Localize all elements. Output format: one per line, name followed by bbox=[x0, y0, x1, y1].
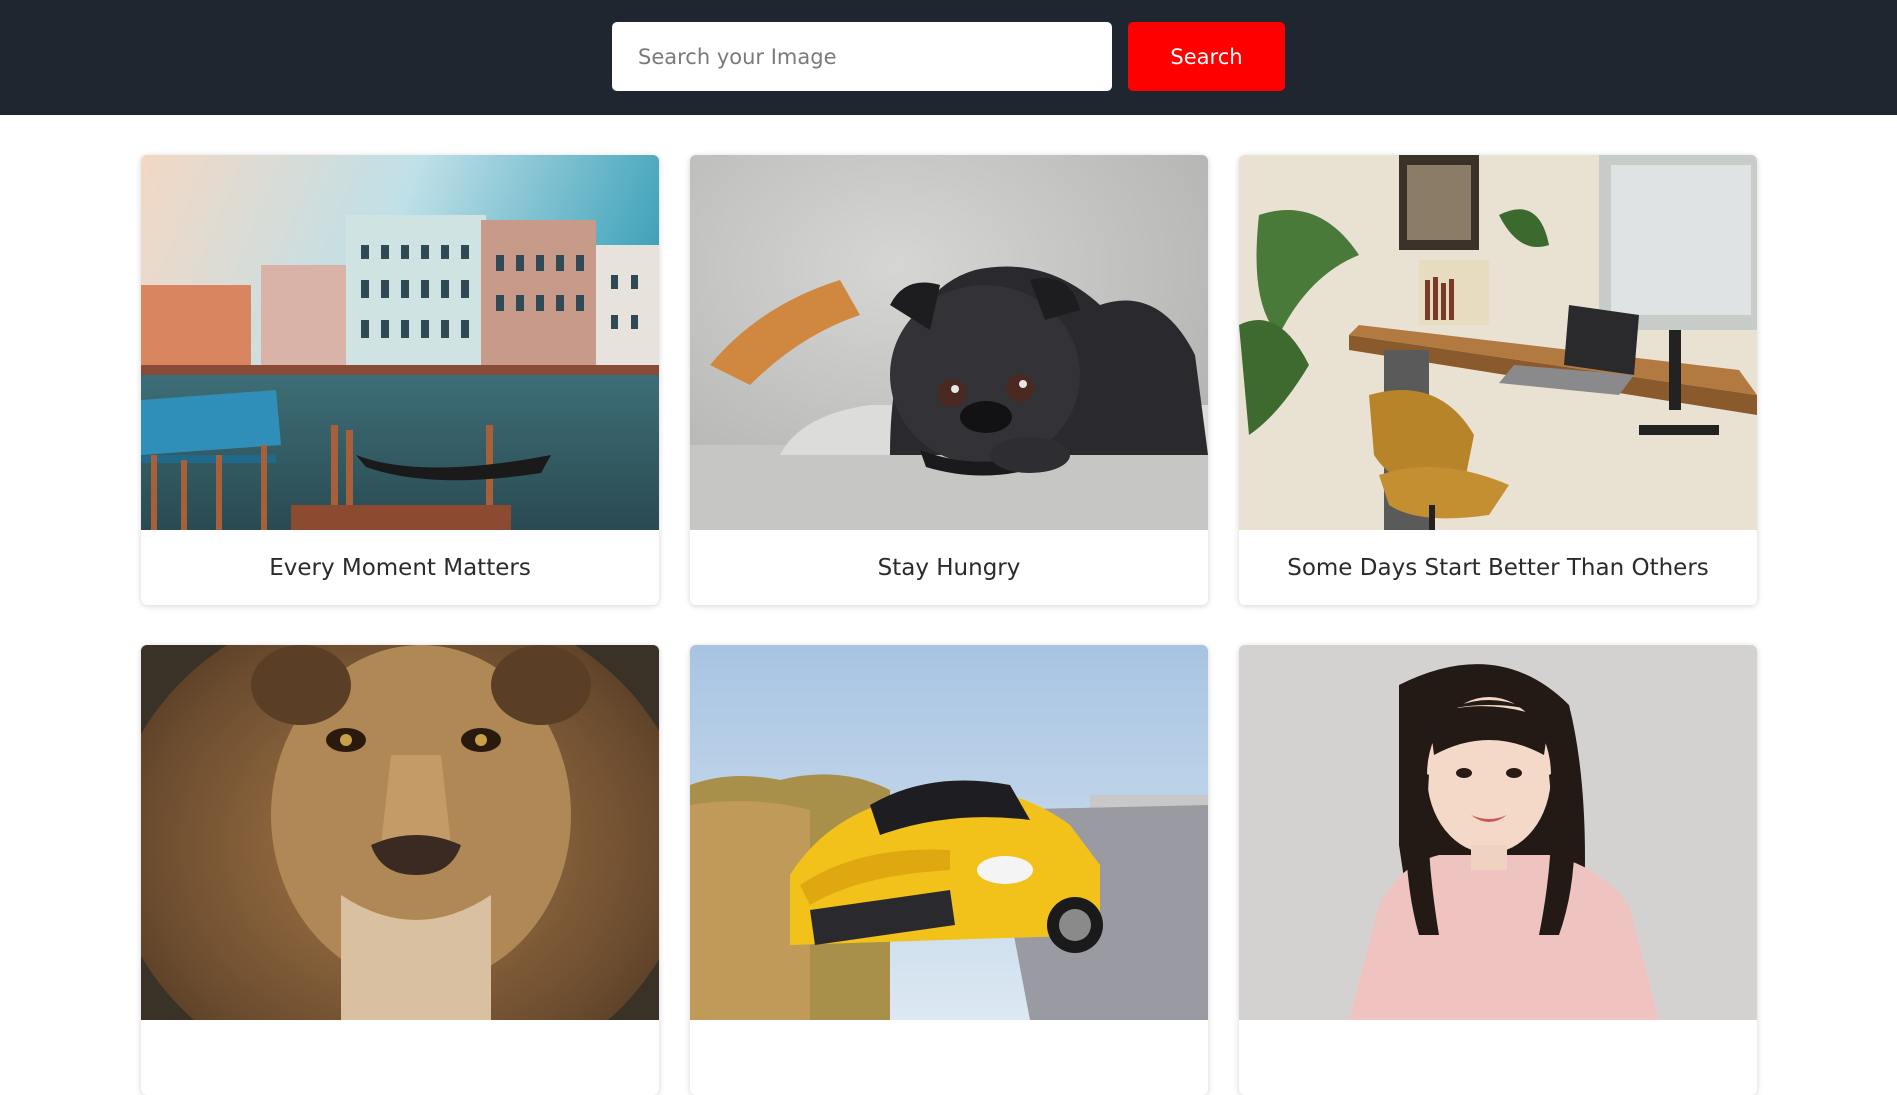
image-card[interactable] bbox=[141, 645, 659, 1095]
woman-portrait-photo bbox=[1239, 645, 1757, 1020]
card-caption: Stay Hungry bbox=[877, 554, 1021, 581]
card-caption bbox=[141, 1020, 659, 1095]
search-button[interactable]: Search bbox=[1128, 22, 1285, 91]
image-card[interactable]: Every Moment Matters bbox=[141, 155, 659, 605]
search-input[interactable] bbox=[612, 22, 1112, 91]
home-office-desk-photo bbox=[1239, 155, 1757, 530]
black-pug-photo bbox=[690, 155, 1208, 530]
image-card[interactable]: Some Days Start Better Than Others bbox=[1239, 155, 1757, 605]
card-caption bbox=[1239, 1020, 1757, 1095]
image-card[interactable]: Stay Hungry bbox=[690, 155, 1208, 605]
lion-face-photo bbox=[141, 645, 659, 1020]
header-bar: Search bbox=[0, 0, 1897, 115]
card-caption: Every Moment Matters bbox=[269, 554, 531, 581]
venice-canal-photo bbox=[141, 155, 659, 530]
image-gallery: Every Moment Matters Stay Hungry Some Da… bbox=[0, 115, 1897, 1095]
card-caption: Some Days Start Better Than Others bbox=[1287, 554, 1709, 581]
card-caption bbox=[690, 1020, 1208, 1095]
image-card[interactable] bbox=[1239, 645, 1757, 1095]
yellow-sports-car-photo bbox=[690, 645, 1208, 1020]
image-card[interactable] bbox=[690, 645, 1208, 1095]
